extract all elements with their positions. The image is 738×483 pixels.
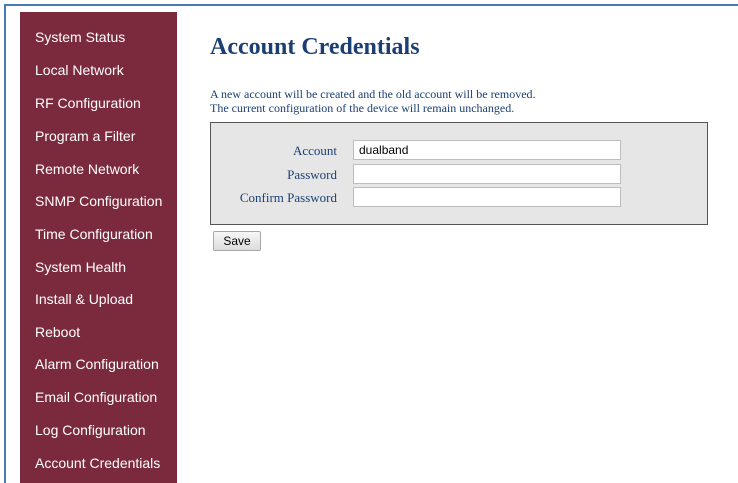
sidebar-item-remote-network[interactable]: Remote Network [35,161,139,177]
sidebar-item-system-status[interactable]: System Status [35,29,125,45]
account-input[interactable] [353,140,621,160]
sidebar-item-snmp-configuration[interactable]: SNMP Configuration [35,193,162,209]
confirm-password-label: Confirm Password [239,190,337,205]
sidebar-item-time-configuration[interactable]: Time Configuration [35,226,153,242]
sidebar: System Status Local Network RF Configura… [20,12,177,483]
credentials-form: Account Password Confirm Password [210,122,708,225]
page-title: Account Credentials [210,34,420,60]
sidebar-item-account-credentials[interactable]: Account Credentials [35,455,160,471]
password-input[interactable] [353,164,621,184]
sidebar-item-rf-configuration[interactable]: RF Configuration [35,95,141,111]
save-button[interactable]: Save [213,231,261,251]
info-text-line-2: The current configuration of the device … [210,101,515,115]
sidebar-item-program-a-filter[interactable]: Program a Filter [35,128,135,144]
sidebar-item-alarm-configuration[interactable]: Alarm Configuration [35,356,159,372]
password-label: Password [287,167,337,182]
sidebar-item-local-network[interactable]: Local Network [35,62,124,78]
sidebar-item-reboot[interactable]: Reboot [35,324,80,340]
account-label: Account [292,143,337,158]
sidebar-item-email-configuration[interactable]: Email Configuration [35,389,157,405]
sidebar-item-log-configuration[interactable]: Log Configuration [35,422,146,438]
sidebar-item-install-upload[interactable]: Install & Upload [35,291,133,307]
confirm-password-input[interactable] [353,187,621,207]
sidebar-item-system-health[interactable]: System Health [35,259,126,275]
info-text-line-1: A new account will be created and the ol… [210,87,536,101]
